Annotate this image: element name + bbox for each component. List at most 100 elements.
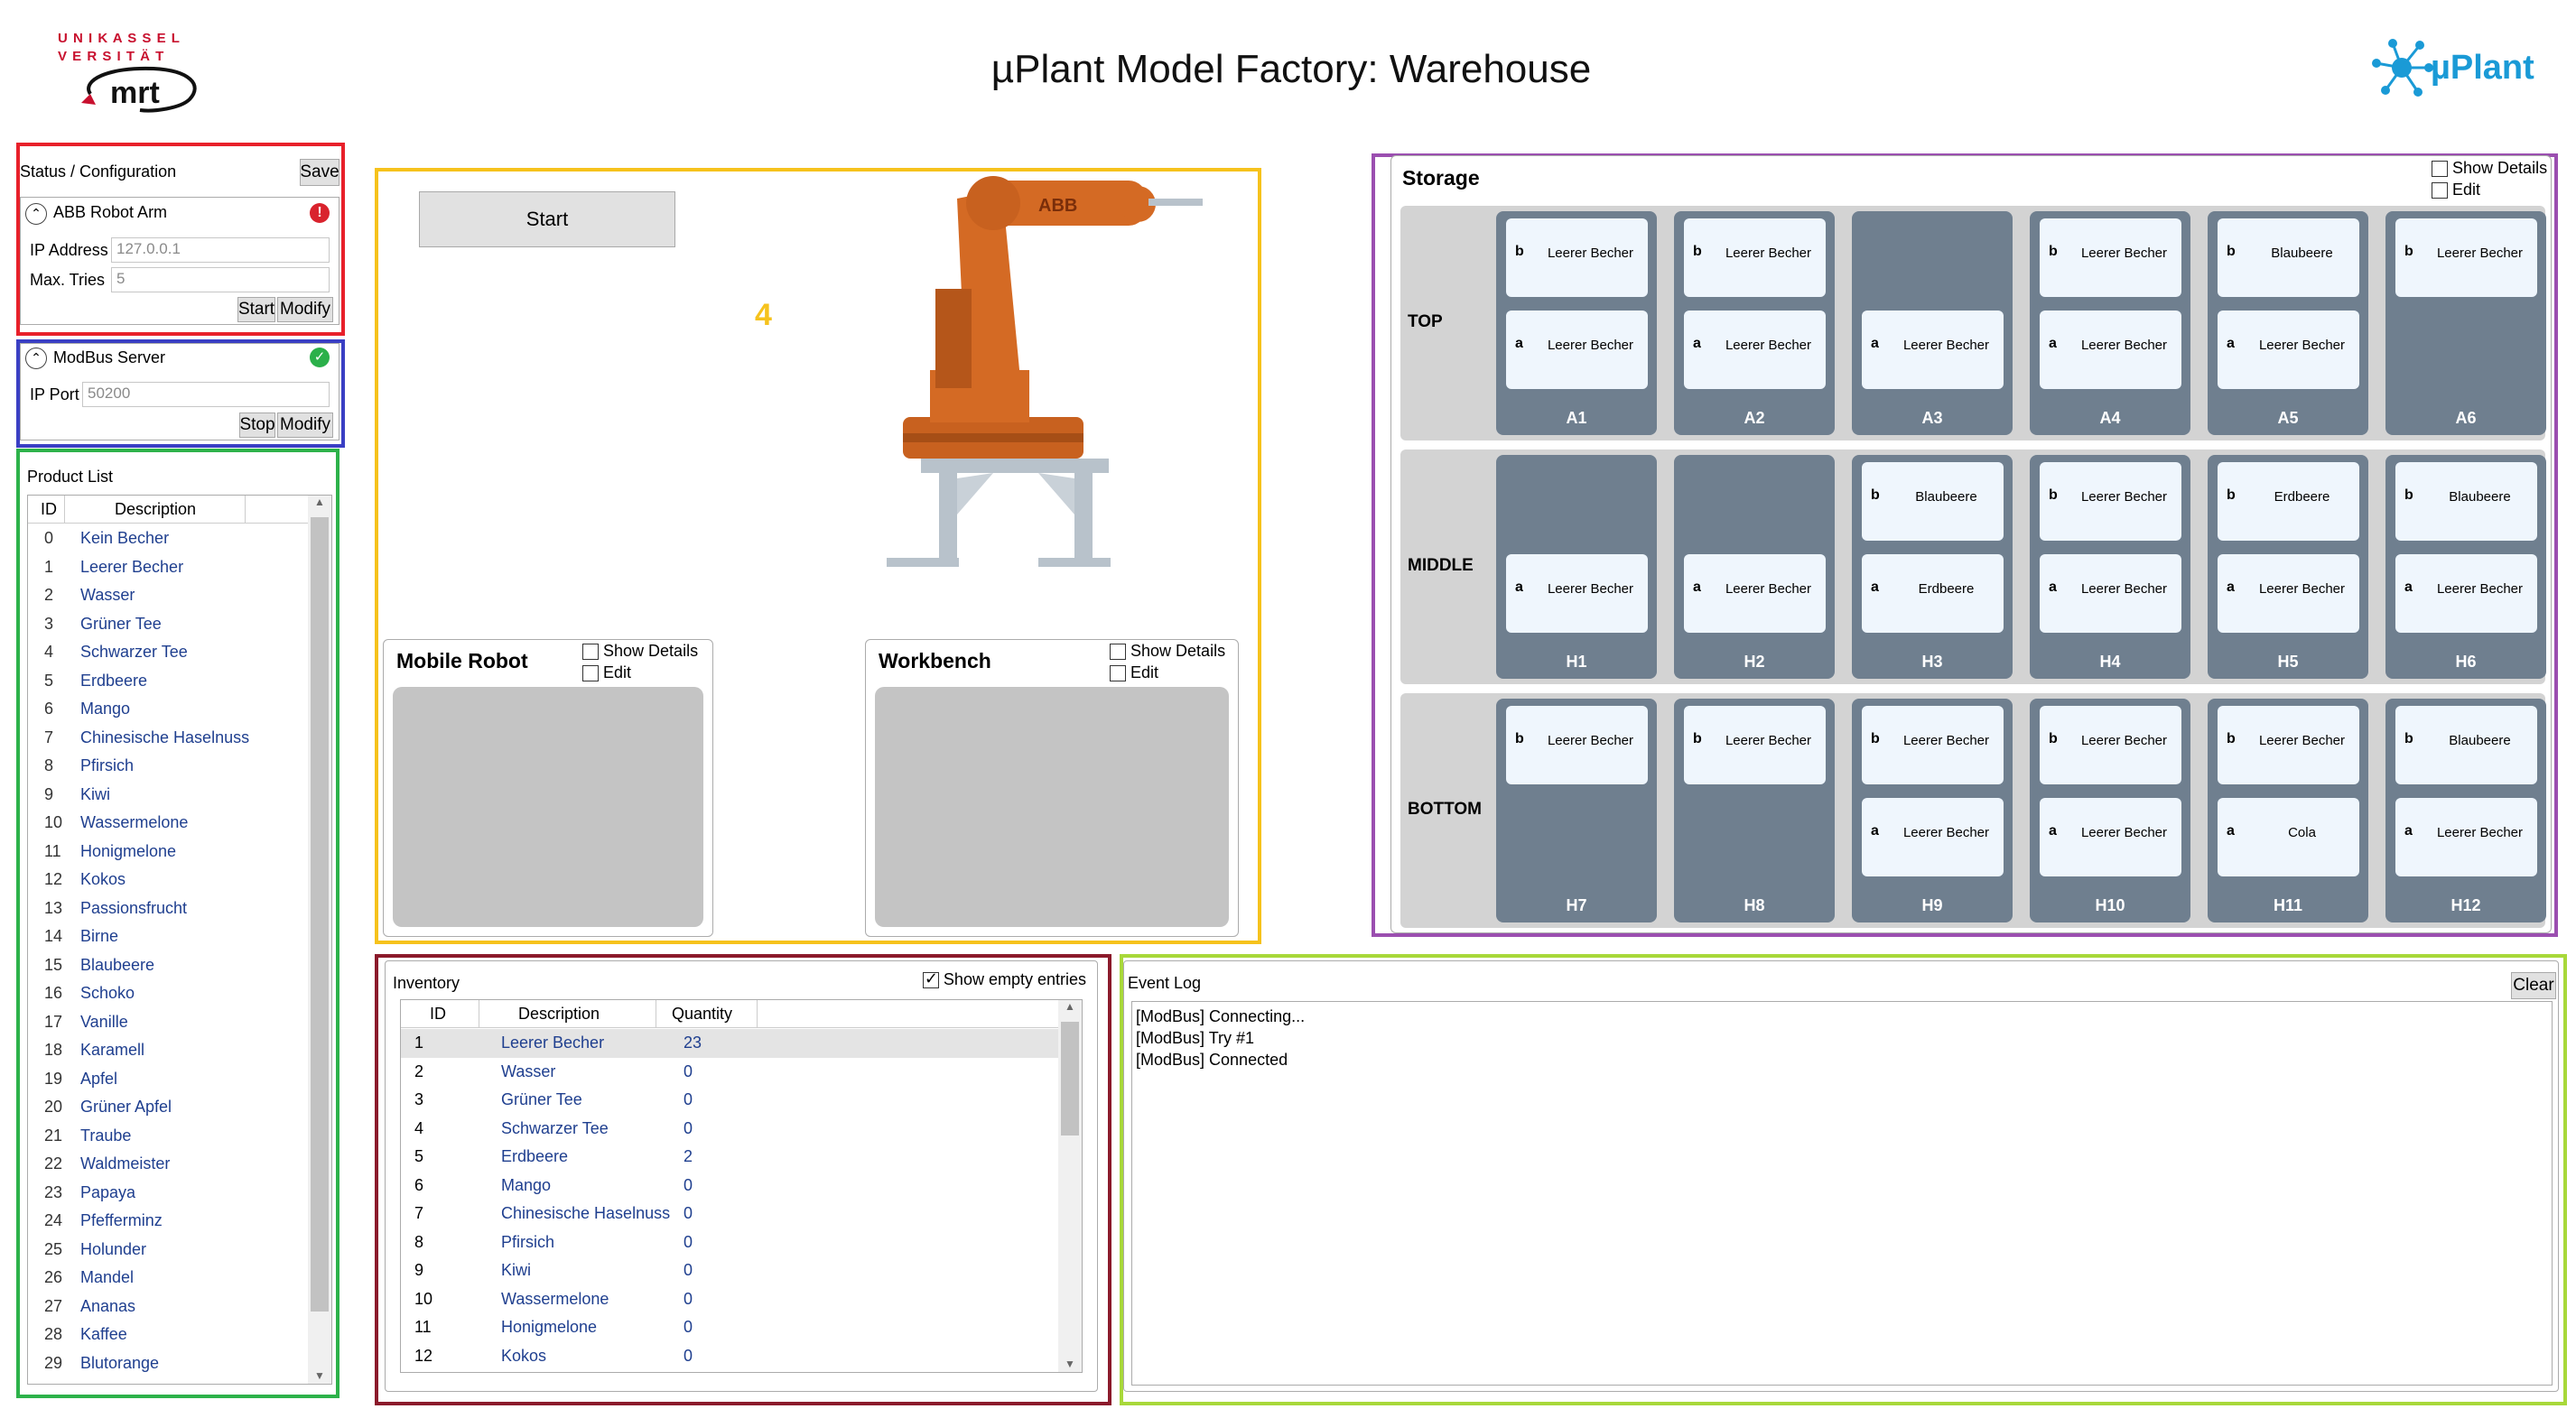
table-row[interactable]: 6 Mango 0: [401, 1172, 1058, 1200]
slot-position-b[interactable]: b Leerer Becher: [2395, 218, 2537, 297]
show-details-checkbox[interactable]: [2432, 161, 2448, 178]
list-item[interactable]: 18 Karamell: [28, 1036, 144, 1065]
table-row[interactable]: 11 Honigmelone 0: [401, 1313, 1058, 1342]
list-item[interactable]: 20 Grüner Apfel: [28, 1093, 172, 1122]
list-item[interactable]: 16 Schoko: [28, 979, 135, 1008]
collapse-robot-icon[interactable]: ⌃: [25, 203, 47, 225]
list-item[interactable]: 0 Kein Becher: [28, 524, 169, 553]
slot-position-a[interactable]: a Cola: [2218, 798, 2359, 876]
edit-checkbox[interactable]: [582, 665, 599, 682]
slot-position-a[interactable]: a Leerer Becher: [1684, 311, 1826, 389]
slot-position-a[interactable]: a Leerer Becher: [1684, 554, 1826, 633]
list-item[interactable]: 13 Passionsfrucht: [28, 895, 187, 923]
start-button[interactable]: Start: [419, 191, 675, 247]
robot-modify-button[interactable]: Modify: [277, 297, 333, 322]
storage-slot[interactable]: b Leerer Becher a Leerer Becher H10: [2030, 699, 2190, 922]
table-row[interactable]: 10 Wassermelone 0: [401, 1285, 1058, 1314]
list-item[interactable]: 26 Mandel: [28, 1264, 134, 1293]
edit-checkbox[interactable]: [1110, 665, 1126, 682]
list-item[interactable]: 25 Holunder: [28, 1236, 146, 1265]
slot-position-b[interactable]: b Leerer Becher: [2040, 462, 2181, 541]
slot-position-b[interactable]: b Erdbeere: [2218, 462, 2359, 541]
modbus-modify-button[interactable]: Modify: [277, 413, 333, 438]
list-item[interactable]: 11 Honigmelone: [28, 838, 176, 867]
show-details-checkbox[interactable]: [582, 644, 599, 661]
workbench-show-details[interactable]: Show Details: [1110, 642, 1225, 661]
ip-address-input[interactable]: 127.0.0.1: [111, 237, 330, 263]
slot-position-b[interactable]: b Blaubeere: [2395, 706, 2537, 784]
slot-position-a[interactable]: a Leerer Becher: [2040, 554, 2181, 633]
slot-position-a[interactable]: a Leerer Becher: [1506, 554, 1648, 633]
slot-position-b[interactable]: b Leerer Becher: [2040, 706, 2181, 784]
slot-position-b[interactable]: b Leerer Becher: [1506, 706, 1648, 784]
slot-position-b[interactable]: b Leerer Becher: [1862, 706, 2004, 784]
slot-position-a[interactable]: a Leerer Becher: [1862, 311, 2004, 389]
storage-slot[interactable]: a Leerer Becher A3: [1852, 211, 2013, 435]
show-empty-checkbox[interactable]: [922, 969, 939, 989]
slot-position-b[interactable]: b Leerer Becher: [1684, 706, 1826, 784]
list-item[interactable]: 19 Apfel: [28, 1065, 117, 1094]
table-row[interactable]: 9 Kiwi 0: [401, 1256, 1058, 1285]
list-item[interactable]: 22 Waldmeister: [28, 1150, 170, 1179]
slot-position-a[interactable]: a Erdbeere: [1862, 554, 2004, 633]
storage-edit[interactable]: Edit: [2432, 181, 2480, 199]
workbench-edit[interactable]: Edit: [1110, 663, 1158, 682]
scroll-down-icon[interactable]: ▼: [308, 1369, 331, 1382]
ip-port-input[interactable]: 50200: [82, 382, 330, 407]
slot-position-b[interactable]: b Leerer Becher: [2218, 706, 2359, 784]
storage-slot[interactable]: b Leerer Becher a Leerer Becher H4: [2030, 455, 2190, 679]
storage-slot[interactable]: b Leerer Becher a Leerer Becher H9: [1852, 699, 2013, 922]
slot-position-a[interactable]: a Leerer Becher: [2218, 554, 2359, 633]
storage-slot[interactable]: b Blaubeere a Leerer Becher H6: [2385, 455, 2546, 679]
storage-show-details[interactable]: Show Details: [2432, 159, 2547, 178]
scroll-up-icon[interactable]: ▲: [1058, 1000, 1082, 1020]
list-item[interactable]: 21 Traube: [28, 1122, 131, 1151]
edit-checkbox[interactable]: [2432, 182, 2448, 199]
modbus-stop-button[interactable]: Stop: [239, 413, 275, 438]
list-item[interactable]: 15 Blaubeere: [28, 951, 154, 980]
scroll-thumb[interactable]: [311, 517, 329, 1312]
storage-slot[interactable]: b Erdbeere a Leerer Becher H5: [2208, 455, 2368, 679]
save-button[interactable]: Save: [300, 159, 339, 186]
storage-slot[interactable]: b Leerer Becher a Leerer Becher A4: [2030, 211, 2190, 435]
clear-button[interactable]: Clear: [2511, 972, 2556, 999]
storage-slot[interactable]: b Leerer Becher a Leerer Becher A1: [1496, 211, 1657, 435]
slot-position-b[interactable]: b Blaubeere: [2218, 218, 2359, 297]
slot-position-b[interactable]: b Leerer Becher: [1506, 218, 1648, 297]
inventory-scrollbar[interactable]: ▲ ▼: [1058, 1000, 1082, 1372]
table-row[interactable]: 2 Wasser 0: [401, 1058, 1058, 1087]
col-quantity[interactable]: Quantity: [672, 1005, 732, 1024]
slot-position-b[interactable]: b Blaubeere: [1862, 462, 2004, 541]
list-item[interactable]: 12 Kokos: [28, 866, 126, 895]
scroll-thumb[interactable]: [1061, 1022, 1079, 1136]
robot-start-button[interactable]: Start: [237, 297, 275, 322]
list-item[interactable]: 2 Wasser: [28, 581, 135, 610]
col-id[interactable]: ID: [41, 500, 57, 519]
product-scrollbar[interactable]: ▲ ▼: [308, 496, 331, 1384]
table-row[interactable]: 1 Leerer Becher 23: [401, 1029, 1058, 1058]
mobile-robot-edit[interactable]: Edit: [582, 663, 631, 682]
col-id[interactable]: ID: [430, 1005, 446, 1024]
storage-slot[interactable]: b Blaubeere a Erdbeere H3: [1852, 455, 2013, 679]
list-item[interactable]: 7 Chinesische Haselnuss: [28, 724, 249, 753]
table-row[interactable]: 4 Schwarzer Tee 0: [401, 1115, 1058, 1144]
show-details-checkbox[interactable]: [1110, 644, 1126, 661]
list-item[interactable]: 14 Birne: [28, 922, 118, 951]
slot-position-a[interactable]: a Leerer Becher: [1506, 311, 1648, 389]
storage-slot[interactable]: b Blaubeere a Leerer Becher H12: [2385, 699, 2546, 922]
slot-position-a[interactable]: a Leerer Becher: [2218, 311, 2359, 389]
storage-slot[interactable]: b Leerer Becher H7: [1496, 699, 1657, 922]
list-item[interactable]: 5 Erdbeere: [28, 667, 147, 696]
table-row[interactable]: 3 Grüner Tee 0: [401, 1086, 1058, 1115]
scroll-down-icon[interactable]: ▼: [1058, 1358, 1082, 1370]
list-item[interactable]: 23 Papaya: [28, 1179, 135, 1208]
table-row[interactable]: 8 Pfirsich 0: [401, 1228, 1058, 1257]
list-item[interactable]: 9 Kiwi: [28, 781, 110, 810]
col-description[interactable]: Description: [115, 500, 196, 519]
storage-slot[interactable]: b Leerer Becher A6: [2385, 211, 2546, 435]
list-item[interactable]: 28 Kaffee: [28, 1321, 127, 1349]
list-item[interactable]: 4 Schwarzer Tee: [28, 638, 188, 667]
col-description[interactable]: Description: [518, 1005, 600, 1024]
event-log-list[interactable]: [ModBus] Connecting... [ModBus] Try #1 [Mo…: [1131, 1001, 2553, 1386]
slot-position-b[interactable]: b Leerer Becher: [2040, 218, 2181, 297]
